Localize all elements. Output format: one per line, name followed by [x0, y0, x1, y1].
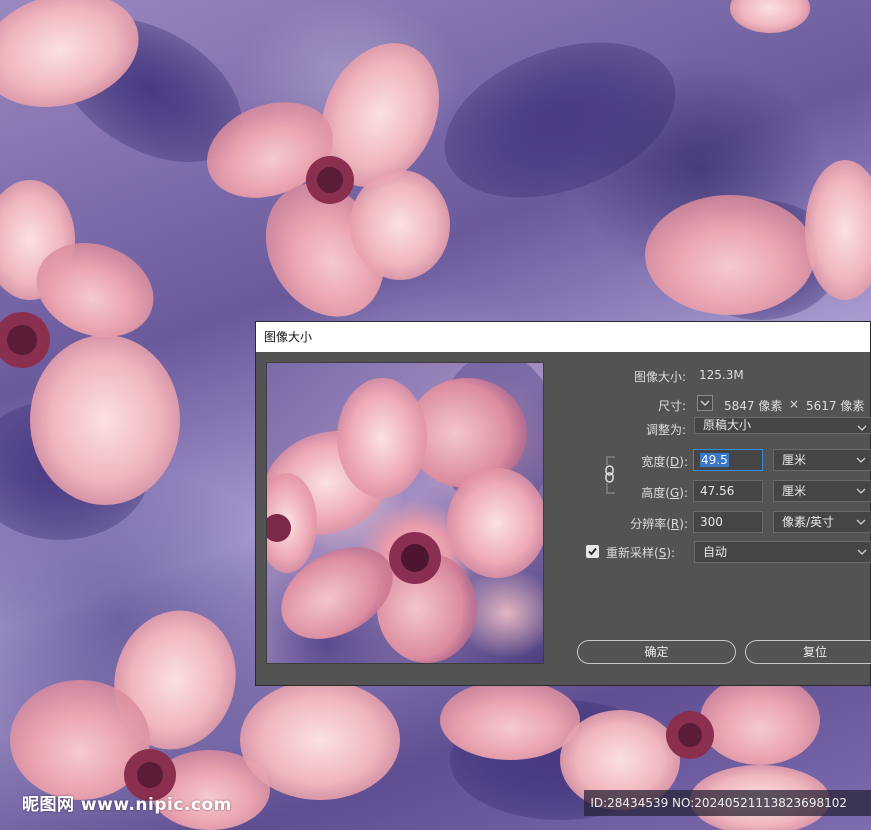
height-input[interactable]: 47.56	[693, 480, 763, 502]
resample-dropdown[interactable]: 自动	[694, 541, 871, 563]
site-watermark: 昵图网 www.nipic.com	[22, 795, 232, 815]
reset-button[interactable]: 复位	[745, 640, 871, 664]
resolution-input[interactable]: 300	[693, 511, 763, 533]
preview-flower-illustration	[267, 363, 543, 663]
chevron-down-icon	[856, 488, 866, 494]
height-unit-dropdown[interactable]: 厘米	[773, 480, 871, 502]
resolution-unit-dropdown[interactable]: 像素/英寸	[773, 511, 871, 533]
width-input[interactable]: 49.5	[693, 449, 763, 471]
width-value: 49.5	[700, 453, 729, 467]
resample-checkbox[interactable]	[586, 545, 599, 558]
width-label: 宽度(D):	[641, 455, 688, 469]
width-unit-dropdown[interactable]: 厘米	[773, 449, 871, 471]
dimensions-chevron-down-icon[interactable]	[697, 395, 713, 411]
dimensions-width-value: 5847 像素	[724, 399, 783, 413]
dialog-title: 图像大小	[256, 322, 870, 352]
id-watermark: ID:28434539 NO:20240521113823698102	[584, 790, 871, 816]
chevron-down-icon	[857, 549, 867, 555]
dimensions-height-value: 5617 像素	[806, 399, 865, 413]
dimensions-label: 尺寸:	[657, 399, 686, 413]
dimensions-times: ×	[789, 397, 800, 411]
chevron-down-icon	[856, 519, 866, 525]
image-size-label: 图像大小:	[633, 370, 686, 384]
image-size-value: 125.3M	[699, 368, 744, 382]
resample-label: 重新采样(S):	[606, 546, 676, 560]
chevron-down-icon	[856, 457, 866, 463]
resolution-label: 分辨率(R):	[630, 517, 688, 531]
fit-to-dropdown[interactable]: 原稿大小	[694, 417, 871, 434]
fit-to-label: 调整为:	[645, 423, 686, 437]
image-preview[interactable]	[266, 362, 544, 664]
height-label: 高度(G):	[641, 486, 688, 500]
chevron-down-icon	[857, 425, 867, 431]
image-size-dialog: 图像大小 图像大小: 125.3M 尺寸: 5847 像素 × 5617 像素 …	[255, 321, 871, 686]
ok-button[interactable]: 确定	[577, 640, 736, 664]
checkmark-icon	[588, 547, 597, 556]
chain-link-icon[interactable]	[603, 465, 617, 483]
